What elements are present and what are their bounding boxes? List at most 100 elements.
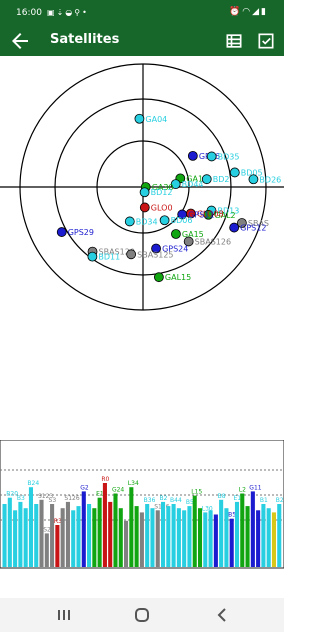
satellite-marker: BD2 [201, 174, 230, 184]
signal-bar [13, 510, 18, 567]
signal-bar [203, 512, 208, 567]
signal-bar [240, 493, 245, 567]
satellite-marker: BD26 [248, 174, 281, 185]
signal-bar-label: L2 [239, 487, 246, 494]
satellite-marker: BD34 [124, 216, 158, 226]
signal-bar [192, 495, 197, 567]
signal-bar-label: S126 [64, 495, 79, 502]
satellite-dot [87, 251, 98, 262]
satellite-marker: BD35 [206, 151, 240, 162]
back-icon[interactable] [210, 604, 234, 626]
satellite-label: BD44 [182, 180, 204, 189]
signal-bar [155, 510, 160, 567]
signal-bar [134, 506, 139, 567]
signal-bar [34, 504, 39, 567]
signal-bar [118, 508, 123, 567]
satellite-label: GLO0 [151, 203, 173, 212]
signal-bar [18, 501, 23, 567]
arrow-back-icon[interactable] [8, 29, 32, 53]
signal-bar [229, 518, 234, 567]
satellite-marker: BD05 [229, 167, 263, 177]
signal-bar [2, 504, 7, 567]
signal-bar-label: L15 [191, 489, 202, 496]
signal-bar [250, 491, 255, 567]
satellite-marker: BD06 [159, 215, 193, 226]
satellite-marker: BD12 [139, 187, 173, 197]
satellite-marker: GAL15 [154, 272, 191, 283]
download-icon: ⇣ [56, 8, 66, 17]
signal-bar-label: B2 [159, 495, 167, 502]
signal-icon: ◢ [252, 7, 262, 17]
android-icon: ◒ [65, 8, 75, 17]
satellite-label: SBAS125 [137, 250, 173, 259]
signal-bar [197, 508, 203, 567]
signal-bar [208, 510, 213, 567]
signal-bar [129, 487, 134, 567]
signal-bar [23, 508, 28, 567]
satellite-dot [139, 202, 150, 213]
signal-bar [92, 508, 97, 567]
satellite-label: BD06 [171, 216, 193, 225]
sky-plot: GA04GP36BD35GA11BD44BD2BD05BD26GA30BD12B… [0, 63, 284, 311]
satellite-marker: GLO0 [139, 202, 173, 213]
satellite-dot [248, 174, 259, 185]
alarm-icon: ⏰ [229, 7, 243, 17]
satellite-label: BD34 [136, 217, 158, 226]
page-title: Satellites [50, 32, 120, 47]
signal-bar [108, 501, 113, 567]
status-bar: 16:00 ▣⇣◒⚲• ⏰◠◢▮ [0, 0, 284, 26]
signal-bar [71, 510, 76, 567]
satellite-label: GAL15 [165, 273, 191, 282]
signal-bar [166, 506, 171, 567]
wifi-icon: ◠ [242, 7, 253, 17]
list-view-icon[interactable] [224, 31, 244, 51]
satellite-label: BD2 [213, 175, 230, 184]
signal-bar-label: E1 [233, 495, 241, 502]
signal-bar [213, 514, 218, 567]
satellite-marker: GPS29 [56, 227, 94, 237]
signal-bar [50, 504, 55, 567]
signal-bar [28, 487, 33, 567]
signal-bar [150, 508, 155, 567]
battery-icon: ▮ [261, 7, 268, 17]
satellite-label: BD35 [218, 152, 240, 161]
signal-bar [187, 506, 192, 567]
satellite-dot [171, 229, 181, 239]
signal-bar [266, 508, 271, 567]
signal-bar [271, 512, 277, 567]
status-right-icons: ⏰◠◢▮ [229, 7, 268, 17]
satellite-marker: GPS12 [229, 222, 266, 233]
signal-bar [234, 501, 240, 567]
satellite-dot [187, 150, 198, 161]
satellite-label: BD12 [151, 188, 173, 197]
signal-bar [139, 512, 144, 567]
status-time: 16:00 [16, 8, 42, 18]
satellite-dot [126, 249, 137, 260]
signal-bar [277, 504, 282, 567]
satellite-dot [159, 215, 170, 226]
signal-bar-label: S2 [43, 526, 51, 533]
signal-bar [145, 504, 150, 567]
checkbox-icon[interactable] [256, 31, 276, 51]
signal-bar [160, 501, 166, 567]
signal-bar-label: G2 [80, 484, 89, 491]
image-icon: ▣ [47, 8, 57, 17]
recent-apps-icon[interactable] [52, 604, 76, 626]
signal-bar [44, 533, 49, 567]
satellite-marker: BD11 [87, 251, 120, 262]
satellite-dot [206, 151, 217, 162]
signal-bar [76, 506, 81, 567]
satellite-marker: SBAS125 [126, 249, 174, 260]
satellite-label: GA04 [145, 115, 167, 124]
signal-bar-label: B44 [170, 497, 182, 504]
satellite-label: GA15 [182, 230, 204, 239]
signal-bar-label: G24 [112, 487, 124, 494]
signal-bar [245, 506, 250, 567]
signal-strength-chart: B20B3B24S123S2S3R3S126G2E14R0G24L34B36S1… [0, 440, 284, 569]
signal-bar-label: G11 [249, 484, 261, 491]
signal-bar [55, 525, 60, 567]
home-icon[interactable] [130, 604, 154, 626]
satellite-dot [154, 272, 164, 283]
signal-bar [60, 508, 65, 567]
signal-bar-label: S3 [49, 497, 57, 504]
